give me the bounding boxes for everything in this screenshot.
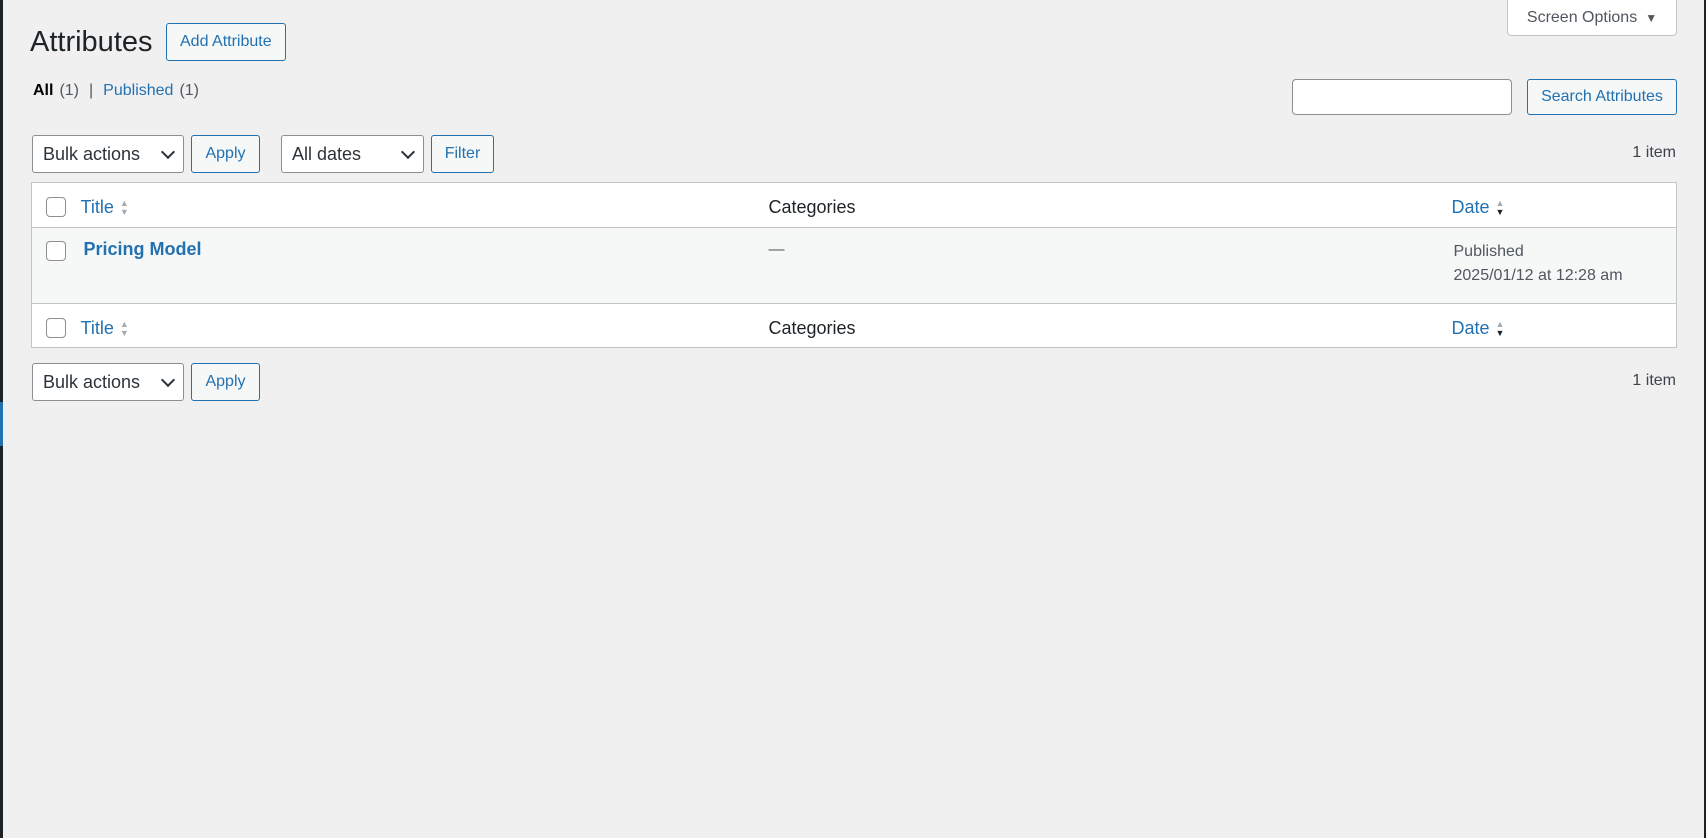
sort-desc-icon: ▲ ▼ xyxy=(1495,318,1505,338)
sort-desc-icon: ▲ ▼ xyxy=(1495,197,1505,217)
view-all-link[interactable]: All xyxy=(33,82,53,100)
caret-down-icon: ▼ xyxy=(1645,10,1658,25)
bulk-actions-value-bottom: Bulk actions xyxy=(43,371,141,392)
search-attributes-button[interactable]: Search Attributes xyxy=(1527,79,1677,115)
footer-column-date-label: Date xyxy=(1451,318,1490,338)
sort-date-link-footer[interactable]: Date ▲ ▼ xyxy=(1452,318,1505,339)
date-filter-select[interactable]: All dates xyxy=(281,135,424,173)
row-categories: — xyxy=(768,241,785,258)
footer-column-title: Title ▲ ▼ xyxy=(80,304,768,348)
column-title: Title ▲ ▼ xyxy=(80,183,768,228)
sort-icon: ▲ ▼ xyxy=(119,318,129,338)
item-count-bottom: 1 item xyxy=(1632,372,1676,389)
column-date-label: Date xyxy=(1451,197,1490,217)
select-all-footer-cell xyxy=(32,304,80,348)
view-separator: | xyxy=(89,82,94,99)
attributes-table: Title ▲ ▼ Categories Date ▲ ▼ Pricing Mode… xyxy=(31,182,1677,348)
column-title-label: Title xyxy=(80,197,114,217)
view-filters: All (1) | Published (1) xyxy=(33,82,199,100)
view-published-link[interactable]: Published xyxy=(103,82,173,100)
bulk-actions-value: Bulk actions xyxy=(43,143,141,164)
row-date: 2025/01/12 at 12:28 am xyxy=(1453,267,1623,284)
bulk-actions-select-top[interactable]: Bulk actions xyxy=(32,135,184,173)
view-all-count: (1) xyxy=(59,82,80,99)
apply-button-top[interactable]: Apply xyxy=(191,135,260,173)
table-row: Pricing Model — Published 2025/01/12 at … xyxy=(31,227,1677,304)
admin-menu-edge xyxy=(0,402,3,446)
footer-column-categories-label: Categories xyxy=(768,318,856,338)
row-categories-cell: — xyxy=(768,228,1451,304)
table-footer-row: Title ▲ ▼ Categories Date ▲ ▼ xyxy=(31,303,1677,348)
row-checkbox[interactable] xyxy=(46,241,66,261)
footer-column-title-label: Title xyxy=(80,318,114,338)
view-published-count: (1) xyxy=(179,82,200,99)
row-date-cell: Published 2025/01/12 at 12:28 am xyxy=(1451,228,1677,304)
footer-column-date: Date ▲ ▼ xyxy=(1451,304,1677,348)
table-header-row: Title ▲ ▼ Categories Date ▲ ▼ xyxy=(31,183,1677,228)
screen-options-button[interactable]: Screen Options ▼ xyxy=(1507,0,1677,36)
apply-button-bottom[interactable]: Apply xyxy=(191,363,260,401)
sort-title-link[interactable]: Title ▲ ▼ xyxy=(81,197,129,218)
column-categories-label: Categories xyxy=(768,197,856,217)
sort-title-link-footer[interactable]: Title ▲ ▼ xyxy=(81,318,129,339)
sort-date-link[interactable]: Date ▲ ▼ xyxy=(1452,197,1505,218)
column-categories: Categories xyxy=(768,183,1451,228)
search-input[interactable] xyxy=(1292,79,1512,115)
page-title: Attributes xyxy=(30,26,153,58)
row-title-cell: Pricing Model xyxy=(80,228,768,304)
row-title-link[interactable]: Pricing Model xyxy=(84,239,202,260)
chevron-down-icon xyxy=(400,144,416,160)
item-count-top: 1 item xyxy=(1632,144,1676,161)
date-filter-value: All dates xyxy=(292,143,362,164)
footer-column-categories: Categories xyxy=(768,304,1451,348)
bulk-actions-select-bottom[interactable]: Bulk actions xyxy=(32,363,184,401)
add-attribute-button[interactable]: Add Attribute xyxy=(166,23,286,61)
screen-options-label: Screen Options xyxy=(1526,8,1638,26)
column-date: Date ▲ ▼ xyxy=(1451,183,1677,228)
row-checkbox-cell xyxy=(32,228,80,304)
row-status: Published xyxy=(1453,243,1524,260)
filter-button[interactable]: Filter xyxy=(431,135,494,173)
sort-icon: ▲ ▼ xyxy=(119,197,129,217)
chevron-down-icon xyxy=(160,372,176,388)
select-all-checkbox-footer[interactable] xyxy=(46,318,66,338)
select-all-cell xyxy=(32,183,80,228)
chevron-down-icon xyxy=(160,144,176,160)
select-all-checkbox[interactable] xyxy=(46,197,66,217)
